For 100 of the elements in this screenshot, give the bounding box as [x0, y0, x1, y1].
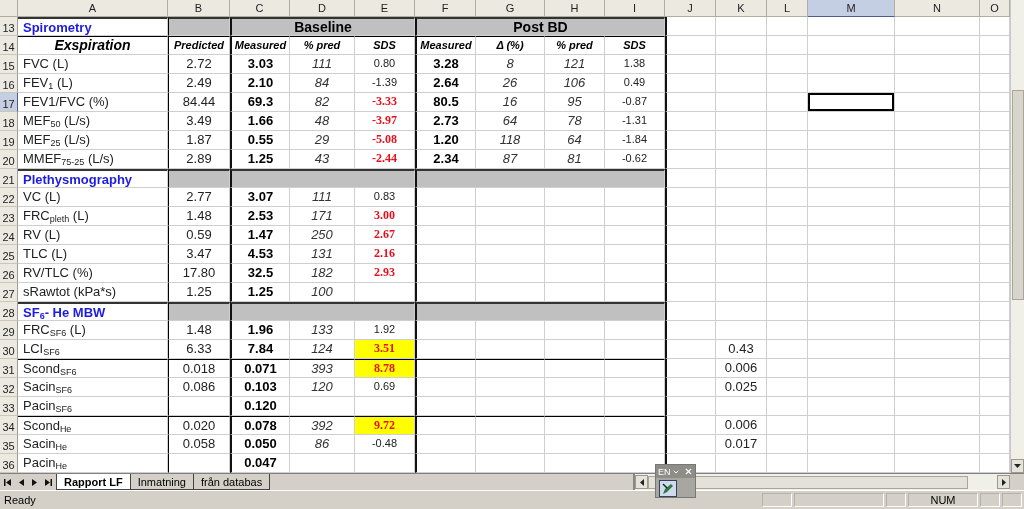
left-arrow-icon	[639, 478, 644, 486]
table-cell: 16	[476, 93, 545, 112]
table-cell: 81	[545, 150, 605, 169]
row-header[interactable]: 34	[0, 416, 18, 435]
row-header[interactable]: 33	[0, 397, 18, 416]
table-cell: 2.34	[415, 150, 476, 169]
table-cell: 64	[476, 112, 545, 131]
column-header[interactable]: M	[808, 0, 895, 17]
table-cell: 3.00	[355, 207, 415, 226]
table-cell: -0.62	[605, 150, 665, 169]
row-header[interactable]: 15	[0, 55, 18, 74]
table-cell: 0.020	[168, 416, 230, 435]
table-cell: -1.39	[355, 74, 415, 93]
table-cell: 0.025	[716, 378, 767, 397]
table-cell: Sacin$_{He}$	[18, 435, 168, 454]
column-header[interactable]: H	[545, 0, 605, 17]
table-cell: 0.058	[168, 435, 230, 454]
table-cell: Pacin$_{SF6}$	[18, 397, 168, 416]
table-cell: Plethysmography	[18, 169, 168, 188]
column-header[interactable]: N	[895, 0, 980, 17]
column-header[interactable]: D	[290, 0, 355, 17]
row-header[interactable]: 20	[0, 150, 18, 169]
table-cell: Scond$_{SF6}$	[18, 359, 168, 378]
scroll-right-button[interactable]	[997, 475, 1010, 489]
column-header[interactable]: A	[18, 0, 168, 17]
column-header[interactable]: B	[168, 0, 230, 17]
table-cell: MEF$_{25}$ (L/s)	[18, 131, 168, 150]
row-header[interactable]: 14	[0, 36, 18, 55]
column-header[interactable]: I	[605, 0, 665, 17]
table-cell: Measured	[230, 36, 290, 55]
scroll-down-button[interactable]	[1011, 459, 1024, 473]
table-cell: 1.87	[168, 131, 230, 150]
select-all-corner[interactable]	[0, 0, 18, 17]
row-header[interactable]: 22	[0, 188, 18, 207]
table-cell: 32.5	[230, 264, 290, 283]
close-icon[interactable]	[684, 467, 693, 476]
table-cell: 0.018	[168, 359, 230, 378]
table-cell: 2.67	[355, 226, 415, 245]
column-header[interactable]: C	[230, 0, 290, 17]
column-header[interactable]: L	[767, 0, 808, 17]
previous-sheet-icon[interactable]	[17, 477, 26, 487]
scroll-thumb[interactable]	[1011, 90, 1024, 300]
row-header[interactable]: 23	[0, 207, 18, 226]
row-header[interactable]: 17	[0, 93, 18, 112]
row-header[interactable]: 26	[0, 264, 18, 283]
row-header[interactable]: 31	[0, 359, 18, 378]
table-cell: LCI$_{SF6}$	[18, 340, 168, 359]
table-cell: RV (L)	[18, 226, 168, 245]
table-cell: 3.49	[168, 112, 230, 131]
table-cell: 82	[290, 93, 355, 112]
row-header[interactable]: 18	[0, 112, 18, 131]
row-header[interactable]: 30	[0, 340, 18, 359]
column-header[interactable]: F	[415, 0, 476, 17]
table-cell: 8	[476, 55, 545, 74]
row-header[interactable]: 19	[0, 131, 18, 150]
table-cell: SF$_{6}$- He MBW	[18, 302, 168, 321]
row-header[interactable]: 13	[0, 17, 18, 36]
row-header[interactable]: 25	[0, 245, 18, 264]
table-cell: 1.47	[230, 226, 290, 245]
table-cell: 124	[290, 340, 355, 359]
row-header[interactable]: 35	[0, 435, 18, 454]
row-header[interactable]: 28	[0, 302, 18, 321]
table-cell: 106	[545, 74, 605, 93]
table-cell: 182	[290, 264, 355, 283]
table-cell: 0.086	[168, 378, 230, 397]
row-header[interactable]: 36	[0, 454, 18, 473]
table-cell: 393	[290, 359, 355, 378]
table-cell: 392	[290, 416, 355, 435]
status-text: Ready	[3, 494, 37, 506]
column-header[interactable]: K	[716, 0, 767, 17]
scroll-left-button[interactable]	[635, 475, 648, 489]
row-header[interactable]: 21	[0, 169, 18, 188]
column-header[interactable]: O	[980, 0, 1010, 17]
table-cell: 2.64	[415, 74, 476, 93]
row-header[interactable]: 16	[0, 74, 18, 93]
column-header[interactable]: G	[476, 0, 545, 17]
table-cell: 1.25	[230, 150, 290, 169]
row-header[interactable]: 29	[0, 321, 18, 340]
vertical-scrollbar[interactable]	[1010, 0, 1024, 473]
table-cell: 3.51	[355, 340, 415, 359]
next-sheet-icon[interactable]	[30, 477, 39, 487]
table-cell: -0.87	[605, 93, 665, 112]
cell-cursor[interactable]	[808, 93, 895, 112]
row-header[interactable]: 27	[0, 283, 18, 302]
status-panel	[980, 493, 1000, 507]
column-header[interactable]: E	[355, 0, 415, 17]
table-cell: 2.49	[168, 74, 230, 93]
table-cell: Predicted	[168, 36, 230, 55]
table-cell: -0.48	[355, 435, 415, 454]
sheet-tab[interactable]: Rapport LF	[56, 474, 131, 490]
table-cell: 2.72	[168, 55, 230, 74]
column-header[interactable]: J	[665, 0, 716, 17]
first-sheet-icon[interactable]	[4, 477, 13, 487]
sheet-tab[interactable]: Inmatning	[130, 474, 194, 490]
row-header[interactable]: 32	[0, 378, 18, 397]
row-header[interactable]: 24	[0, 226, 18, 245]
sheet-tab[interactable]: från databas	[194, 474, 271, 490]
pen-tool-button[interactable]	[659, 480, 677, 497]
table-cell: 69.3	[230, 93, 290, 112]
last-sheet-icon[interactable]	[43, 477, 52, 487]
